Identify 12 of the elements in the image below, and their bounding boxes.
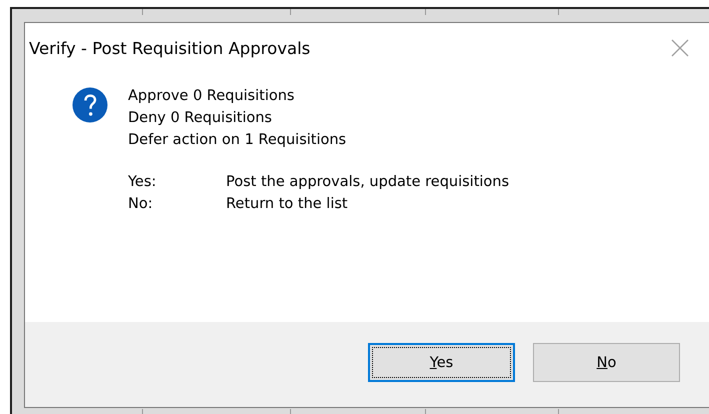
message-line: Defer action on 1 Requisitions xyxy=(128,131,348,150)
option-description: Return to the list xyxy=(226,195,349,214)
message-line: Deny 0 Requisitions xyxy=(128,109,273,128)
dialog-button[interactable]: No xyxy=(533,343,680,382)
option-key: No: xyxy=(128,193,226,215)
dialog-button[interactable]: Yes xyxy=(368,343,515,382)
option-key: Yes: xyxy=(128,171,226,193)
window-title: Verify - Post Requisition Approvals xyxy=(29,38,310,58)
message-line: Approve 0 Requisitions xyxy=(128,87,296,106)
question-icon xyxy=(72,87,108,123)
option-description: Post the approvals, update requisitions xyxy=(226,173,510,192)
close-icon[interactable] xyxy=(671,39,689,57)
